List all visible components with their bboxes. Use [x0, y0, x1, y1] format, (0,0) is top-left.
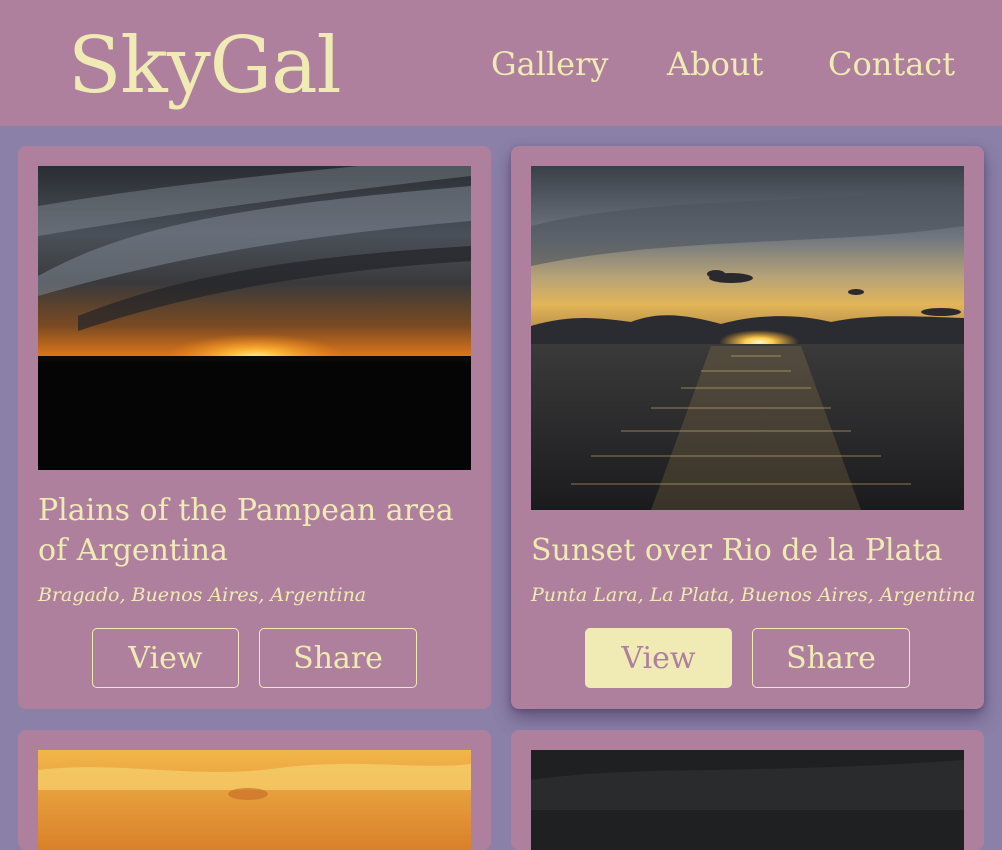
gallery-card: Sunset over Rio de la Plata Punta Lara, …	[511, 146, 984, 709]
nav-gallery[interactable]: Gallery	[491, 42, 608, 86]
card-location: Punta Lara, La Plata, Buenos Aires, Arge…	[531, 584, 976, 606]
view-button[interactable]: View	[92, 628, 239, 688]
card-photo[interactable]	[38, 166, 471, 470]
card-photo[interactable]	[531, 750, 964, 850]
gallery-card: Plains of the Pampean area of Argentina …	[18, 146, 491, 709]
card-photo[interactable]	[38, 750, 471, 850]
nav-contact[interactable]: Contact	[828, 42, 955, 86]
card-photo[interactable]	[531, 166, 964, 510]
nav-about[interactable]: About	[667, 42, 763, 86]
view-button[interactable]: View	[585, 628, 732, 688]
gallery-card	[511, 730, 984, 850]
gallery-card	[18, 730, 491, 850]
card-title: Sunset over Rio de la Plata	[531, 533, 943, 568]
brand-logo[interactable]: SkyGal	[68, 20, 342, 112]
share-button[interactable]: Share	[259, 628, 417, 688]
card-title: Plains of the Pampean area of Argentina	[38, 493, 454, 568]
share-button[interactable]: Share	[752, 628, 910, 688]
site-header: SkyGal Gallery About Contact	[0, 0, 1002, 126]
card-location: Bragado, Buenos Aires, Argentina	[38, 584, 367, 606]
